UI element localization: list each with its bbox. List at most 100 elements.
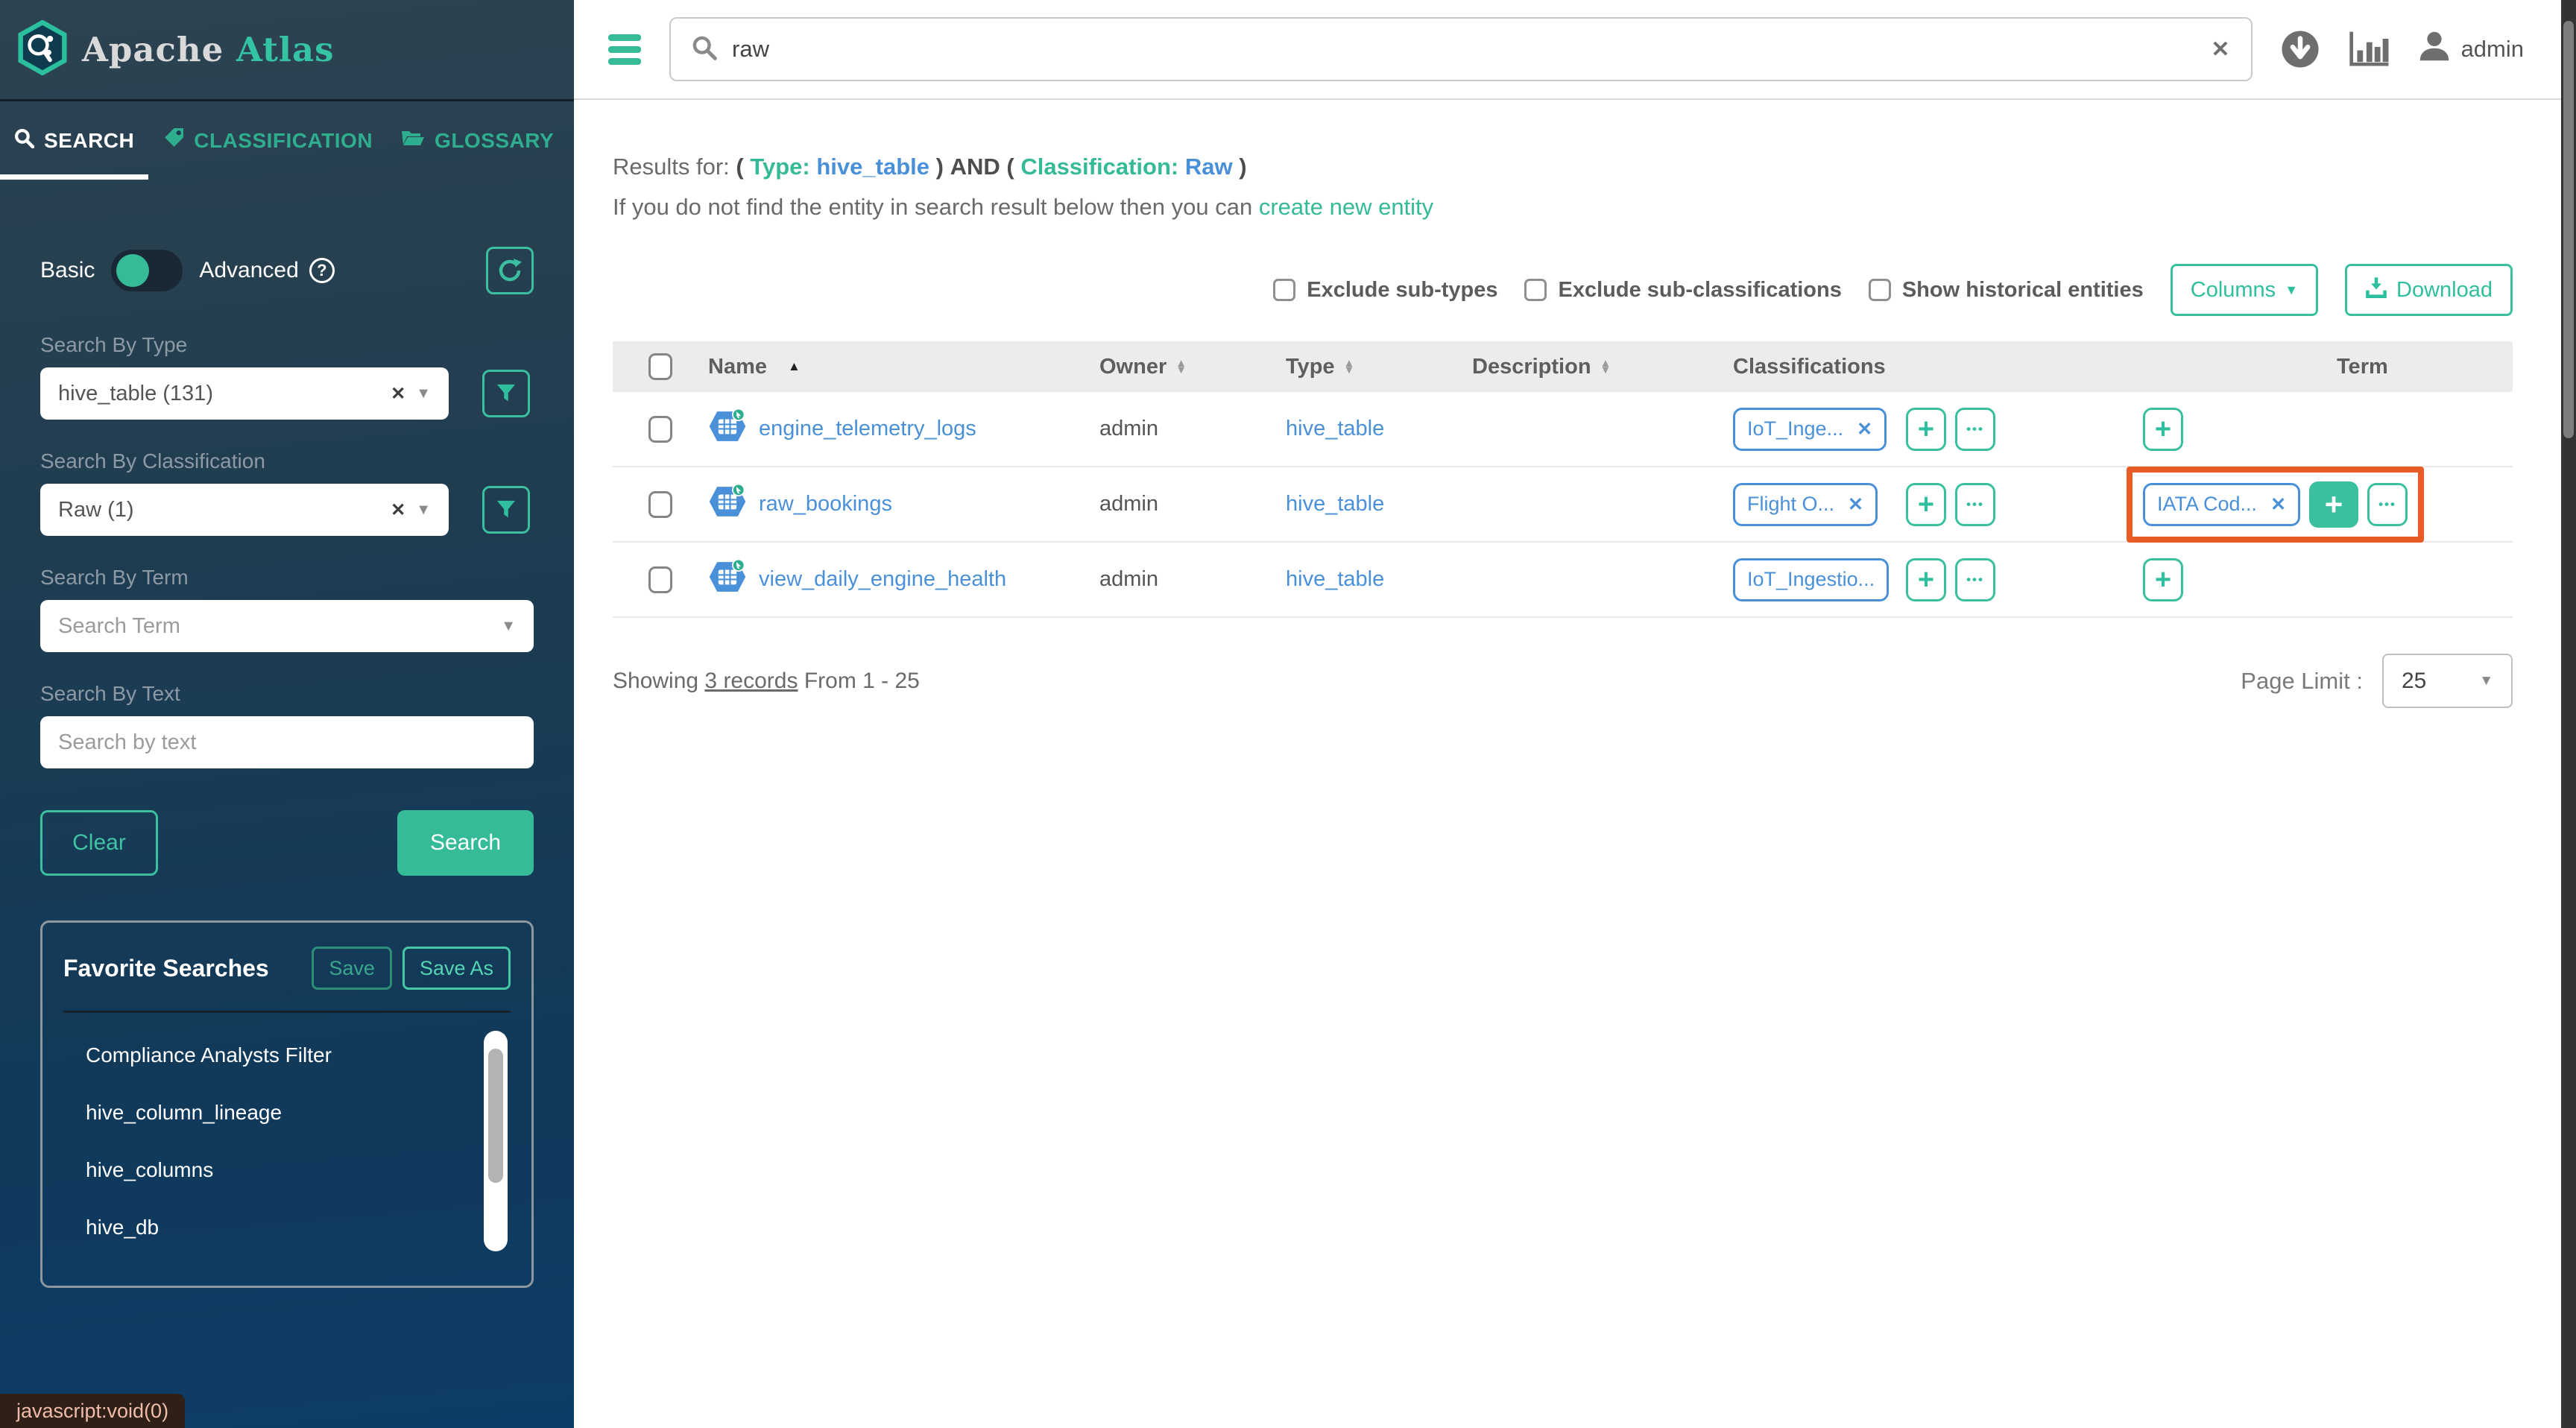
- header-name[interactable]: Name▲: [686, 355, 1073, 379]
- add-classification-button[interactable]: +: [1906, 558, 1946, 601]
- add-term-button[interactable]: +: [2143, 558, 2183, 601]
- user-icon: [2418, 30, 2451, 69]
- classification-filter-value[interactable]: Raw: [1185, 154, 1233, 180]
- add-term-button[interactable]: +: [2309, 481, 2358, 528]
- sort-icon: ▲▼: [1600, 360, 1611, 374]
- sort-icon: ▲▼: [1175, 360, 1187, 374]
- chevron-down-icon: ▼: [416, 502, 431, 519]
- favorite-search-item[interactable]: Compliance Analysts Filter: [63, 1026, 466, 1084]
- owner-value: admin: [1099, 567, 1158, 592]
- menu-icon[interactable]: [608, 34, 641, 65]
- basic-advanced-toggle[interactable]: [111, 250, 183, 291]
- add-term-button[interactable]: +: [2143, 408, 2183, 451]
- chevron-down-icon: ▼: [2285, 282, 2298, 298]
- classification-chip[interactable]: IoT_Inge...✕: [1733, 408, 1887, 451]
- more-classifications-button[interactable]: •••: [1955, 483, 1995, 526]
- header-term: Term: [2117, 355, 2513, 379]
- search-by-term-field: Search By Term Search Term ▼: [40, 566, 534, 652]
- remove-classification-icon[interactable]: ✕: [1857, 418, 1872, 440]
- more-terms-button[interactable]: •••: [2367, 483, 2408, 526]
- header-owner[interactable]: Owner▲▼: [1073, 355, 1260, 379]
- basic-mode-label: Basic: [40, 258, 95, 283]
- type-filter-value[interactable]: hive_table: [816, 154, 929, 180]
- term-chip[interactable]: IATA Cod...✕: [2143, 483, 2300, 526]
- create-new-entity-link[interactable]: create new entity: [1259, 194, 1433, 220]
- save-button[interactable]: Save: [312, 947, 392, 990]
- type-link[interactable]: hive_table: [1286, 492, 1384, 516]
- chevron-down-icon: ▼: [416, 385, 431, 402]
- header-type[interactable]: Type▲▼: [1260, 355, 1446, 379]
- more-classifications-button[interactable]: •••: [1955, 408, 1995, 451]
- user-menu[interactable]: admin: [2418, 30, 2524, 69]
- classification-attribute-filter-button[interactable]: [482, 486, 530, 534]
- toggle-knob: [116, 254, 149, 287]
- add-classification-button[interactable]: +: [1906, 408, 1946, 451]
- entity-name-link[interactable]: engine_telemetry_logs: [759, 417, 976, 441]
- type-attribute-filter-button[interactable]: [482, 370, 530, 417]
- remove-term-icon[interactable]: ✕: [2270, 493, 2286, 516]
- term-select[interactable]: Search Term ▼: [40, 600, 534, 652]
- download-tasks-icon[interactable]: [2281, 30, 2320, 69]
- exclude-subclassifications-checkbox[interactable]: [1524, 279, 1547, 301]
- results-table: Name▲ Owner▲▼ Type▲▼ Description▲▼ Class…: [613, 341, 2513, 618]
- download-button[interactable]: Download: [2345, 264, 2513, 316]
- save-as-button[interactable]: Save As: [402, 947, 511, 990]
- entity-name-link[interactable]: view_daily_engine_health: [759, 567, 1006, 592]
- favorite-search-item[interactable]: hive_column_lineage: [63, 1084, 466, 1141]
- main-panel: ✕ admin Results for: ( Type: hive_table …: [574, 0, 2576, 1428]
- favorite-search-item[interactable]: hive_db: [63, 1198, 466, 1256]
- clear-classification-icon[interactable]: ✕: [391, 499, 405, 521]
- row-checkbox[interactable]: [648, 491, 672, 518]
- more-classifications-button[interactable]: •••: [1955, 558, 1995, 601]
- search-button[interactable]: Search: [397, 810, 534, 876]
- row-checkbox[interactable]: [648, 566, 672, 593]
- clear-type-icon[interactable]: ✕: [391, 383, 405, 405]
- app-logo[interactable]: Apache Atlas: [0, 0, 574, 99]
- favorite-searches-title: Favorite Searches: [63, 955, 269, 982]
- header-description[interactable]: Description▲▼: [1446, 355, 1707, 379]
- search-by-text-input[interactable]: [40, 716, 534, 768]
- search-by-type-label: Search By Type: [40, 333, 534, 357]
- favorites-scrollbar[interactable]: [484, 1031, 508, 1251]
- page-limit-select[interactable]: 25 ▼: [2382, 654, 2513, 708]
- global-search-input[interactable]: [732, 36, 2196, 63]
- record-count-link[interactable]: 3 records: [704, 669, 798, 693]
- columns-button[interactable]: Columns ▼: [2171, 264, 2318, 316]
- clear-search-icon[interactable]: ✕: [2211, 37, 2229, 63]
- select-all-checkbox[interactable]: [648, 353, 672, 380]
- refresh-button[interactable]: [486, 247, 534, 294]
- classification-select[interactable]: Raw (1) ✕ ▼: [40, 484, 449, 536]
- tab-classification[interactable]: CLASSIFICATION: [148, 101, 387, 180]
- header-classifications: Classifications: [1707, 355, 2117, 379]
- scrollbar-thumb[interactable]: [488, 1049, 503, 1183]
- exclude-subclassifications-option[interactable]: Exclude sub-classifications: [1524, 278, 1841, 303]
- table-row: raw_bookings admin hive_table Flight O..…: [613, 467, 2513, 543]
- help-icon[interactable]: ?: [309, 258, 335, 283]
- show-historical-checkbox[interactable]: [1869, 279, 1891, 301]
- classification-chip[interactable]: IoT_Ingestio...: [1733, 558, 1889, 601]
- exclude-subtypes-checkbox[interactable]: [1273, 279, 1295, 301]
- entity-name-link[interactable]: raw_bookings: [759, 492, 892, 516]
- table-options-row: Exclude sub-types Exclude sub-classifica…: [613, 264, 2513, 316]
- show-historical-option[interactable]: Show historical entities: [1869, 278, 2144, 303]
- favorite-search-item[interactable]: hive_columns: [63, 1141, 466, 1198]
- page-scrollbar[interactable]: [2561, 0, 2576, 1428]
- exclude-subtypes-option[interactable]: Exclude sub-types: [1273, 278, 1497, 303]
- scrollbar-thumb[interactable]: [2563, 21, 2574, 438]
- remove-classification-icon[interactable]: ✕: [1848, 493, 1863, 516]
- advanced-mode-label: Advanced: [199, 258, 298, 283]
- add-classification-button[interactable]: +: [1906, 483, 1946, 526]
- type-select[interactable]: hive_table (131) ✕ ▼: [40, 367, 449, 420]
- statistics-chart-icon[interactable]: [2348, 31, 2390, 68]
- type-link[interactable]: hive_table: [1286, 567, 1384, 592]
- highlight-box: IATA Cod...✕ + •••: [2127, 467, 2424, 543]
- row-checkbox[interactable]: [648, 416, 672, 443]
- clear-button[interactable]: Clear: [40, 810, 158, 876]
- tab-glossary[interactable]: GLOSSARY: [387, 101, 568, 180]
- search-by-term-label: Search By Term: [40, 566, 534, 590]
- global-search-box[interactable]: ✕: [669, 17, 2253, 81]
- type-link[interactable]: hive_table: [1286, 417, 1384, 441]
- tab-search[interactable]: SEARCH: [0, 101, 148, 180]
- search-icon: [14, 128, 34, 154]
- classification-chip[interactable]: Flight O...✕: [1733, 483, 1878, 526]
